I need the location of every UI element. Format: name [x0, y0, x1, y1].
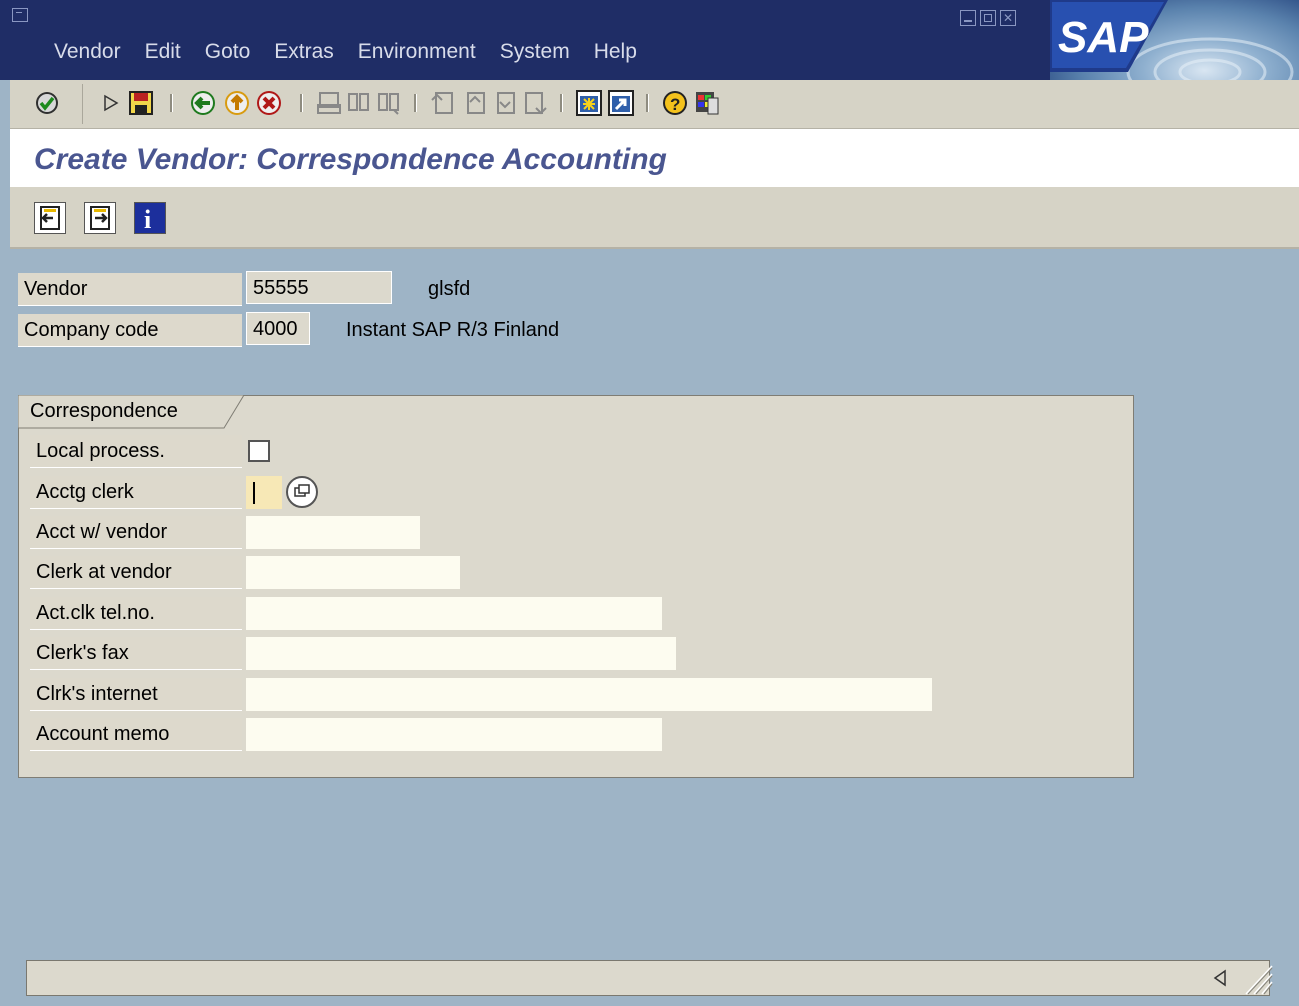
acct-w-vendor-field[interactable] [246, 516, 420, 549]
menu-edit[interactable]: Edit [145, 40, 181, 64]
next-screen-icon[interactable] [84, 202, 116, 234]
save-icon[interactable] [128, 90, 154, 116]
svg-text:?: ? [670, 95, 680, 114]
account-memo-label: Account memo [30, 718, 242, 751]
menu-system[interactable]: System [500, 40, 570, 64]
possible-entries-icon[interactable] [286, 476, 318, 508]
help-icon[interactable]: ? [662, 90, 688, 116]
toolbar-separator [170, 94, 173, 112]
sap-logo-text: SAP [1058, 13, 1149, 62]
close-icon[interactable]: ✕ [1000, 10, 1016, 26]
first-page-icon[interactable] [430, 90, 456, 116]
toolbar-separator [414, 94, 417, 112]
vendor-description: glsfd [428, 278, 471, 300]
clrks-internet-label: Clrk's internet [30, 678, 242, 711]
main-menu: Vendor Edit Goto Extras Environment Syst… [54, 40, 661, 64]
create-shortcut-icon[interactable] [608, 90, 634, 116]
act-clk-tel-label: Act.clk tel.no. [30, 597, 242, 630]
text-cursor [253, 482, 255, 504]
system-menu-icon[interactable] [12, 8, 28, 22]
cancel-icon[interactable] [256, 90, 282, 116]
menu-vendor[interactable]: Vendor [54, 40, 121, 64]
svg-text:i: i [144, 205, 151, 233]
toolbar-separator [300, 94, 303, 112]
exit-icon[interactable] [224, 90, 250, 116]
layout-menu-icon[interactable] [694, 90, 720, 116]
local-process-label: Local process. [30, 435, 242, 468]
previous-page-icon[interactable] [462, 90, 488, 116]
acct-w-vendor-label: Acct w/ vendor [30, 516, 242, 549]
last-page-icon[interactable] [522, 90, 548, 116]
local-process-checkbox[interactable] [248, 440, 270, 462]
menu-help[interactable]: Help [594, 40, 637, 64]
command-field-icon[interactable] [98, 90, 124, 116]
vendor-field: 55555 [246, 271, 392, 304]
create-session-icon[interactable] [576, 90, 602, 116]
title-bar: Create Vendor: Correspondence Accounting [10, 129, 1299, 187]
menu-extras[interactable]: Extras [274, 40, 334, 64]
act-clk-tel-field[interactable] [246, 597, 662, 630]
clrks-internet-field[interactable] [246, 678, 932, 711]
toolbar-separator [560, 94, 563, 112]
status-toggle-icon[interactable] [1211, 969, 1229, 987]
vendor-label: Vendor [18, 273, 242, 306]
next-page-icon[interactable] [492, 90, 518, 116]
previous-screen-icon[interactable] [34, 202, 66, 234]
clerk-at-vendor-label: Clerk at vendor [30, 556, 242, 589]
group-title-text: Correspondence [30, 400, 178, 422]
back-icon[interactable] [190, 90, 216, 116]
clerks-fax-field[interactable] [246, 637, 676, 670]
company-code-field: 4000 [246, 312, 310, 345]
minimize-icon[interactable] [960, 10, 976, 26]
clerks-fax-label: Clerk's fax [30, 637, 242, 670]
correspondence-group-title: Correspondence [18, 395, 245, 429]
menu-environment[interactable]: Environment [358, 40, 476, 64]
resize-grip-icon[interactable] [1240, 960, 1274, 996]
acctg-clerk-label: Acctg clerk [30, 476, 242, 509]
status-bar [26, 960, 1270, 996]
find-icon[interactable] [346, 90, 372, 116]
window-controls: ✕ [960, 10, 1016, 26]
page-title: Create Vendor: Correspondence Accounting [34, 143, 667, 176]
company-code-label: Company code [18, 314, 242, 347]
info-icon[interactable]: i [134, 202, 166, 234]
acctg-clerk-field[interactable] [246, 476, 282, 509]
menu-goto[interactable]: Goto [205, 40, 251, 64]
application-toolbar: i [10, 187, 1299, 249]
enter-icon[interactable] [34, 90, 60, 116]
system-toolbar: ? [10, 80, 1299, 129]
account-memo-field[interactable] [246, 718, 662, 751]
find-next-icon[interactable] [376, 90, 402, 116]
print-icon[interactable] [316, 90, 342, 116]
maximize-icon[interactable] [980, 10, 996, 26]
company-code-description: Instant SAP R/3 Finland [346, 319, 560, 341]
toolbar-separator [646, 94, 649, 112]
clerk-at-vendor-field[interactable] [246, 556, 460, 589]
